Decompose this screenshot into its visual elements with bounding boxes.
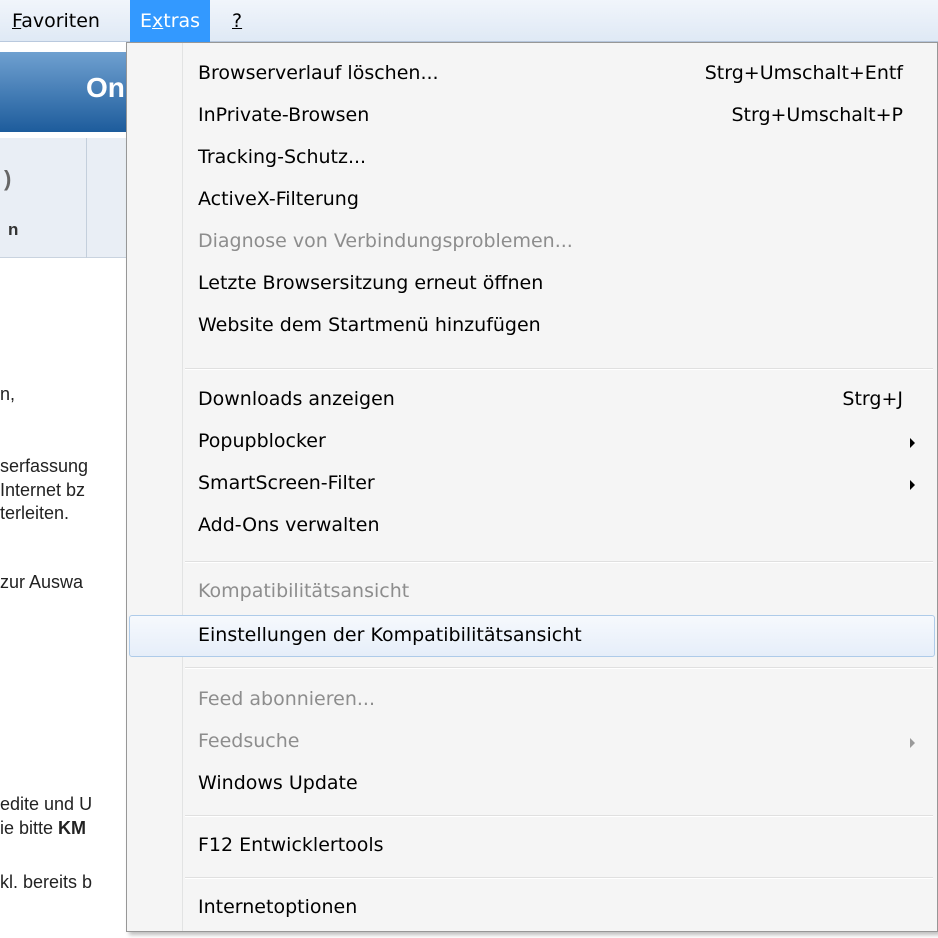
menu-item-startmenue-hinzufuegen[interactable]: Website dem Startmenü hinzufügen <box>129 305 935 347</box>
tab-text: ) <box>4 166 12 191</box>
page-text: edite und U <box>0 794 93 814</box>
menu-item-smartscreen-filter[interactable]: SmartScreen-Filter <box>129 463 935 505</box>
page-text: serfassung <box>0 456 89 476</box>
background-webpage: On ) n n, serfassung Internet bz terleit… <box>0 42 130 938</box>
shortcut-label: Strg+Umschalt+Entf <box>704 62 903 84</box>
menu-item-activex-filterung[interactable]: ActiveX-Filterung <box>129 179 935 221</box>
tab-text: n <box>8 220 19 239</box>
menu-favoriten[interactable]: Favoriten <box>2 0 110 42</box>
page-text: n, <box>0 384 16 404</box>
menu-item-f12-entwicklertools[interactable]: F12 Entwicklertools <box>129 825 935 867</box>
menu-separator <box>185 667 933 669</box>
page-banner: On <box>0 52 130 132</box>
page-text: Internet bz <box>0 480 86 500</box>
menu-separator <box>185 561 933 563</box>
menu-separator <box>185 815 933 817</box>
page-text: ie bitte KM <box>0 818 87 838</box>
menu-item-windows-update[interactable]: Windows Update <box>129 763 935 805</box>
menu-item-feed-abonnieren: Feed abonnieren... <box>198 688 375 710</box>
menu-item-kompatibilitaetsansicht: Kompatibilitätsansicht <box>198 580 410 602</box>
menu-help[interactable]: ? <box>222 0 252 42</box>
banner-title: On <box>86 72 125 103</box>
page-text: zur Auswa <box>0 572 84 592</box>
tab-divider <box>86 138 87 258</box>
menu-item-internetoptionen[interactable]: Internetoptionen <box>129 887 935 929</box>
menu-item-diagnose: Diagnose von Verbindungsproblemen... <box>198 230 573 252</box>
menu-separator <box>185 368 933 370</box>
menu-item-letzte-browsersitzung[interactable]: Letzte Browsersitzung erneut öffnen <box>129 263 935 305</box>
menu-bar: Favoriten Extras ? <box>0 0 938 42</box>
page-text: terleiten. <box>0 503 70 523</box>
menu-item-tracking-schutz[interactable]: Tracking-Schutz... <box>129 137 935 179</box>
page-text: kl. bereits b <box>0 872 93 892</box>
menu-item-einstellungen-kompatibilitaetsansicht[interactable]: Einstellungen der Kompatibilitätsansicht <box>129 615 935 657</box>
submenu-arrow-icon <box>910 438 915 448</box>
shortcut-label: Strg+J <box>842 388 903 410</box>
menu-item-browserverlauf-loeschen[interactable]: Browserverlauf löschen... Strg+Umschalt+… <box>129 53 935 95</box>
menu-item-addons-verwalten[interactable]: Add-Ons verwalten <box>129 505 935 547</box>
extras-dropdown-menu: Browserverlauf löschen... Strg+Umschalt+… <box>126 42 938 932</box>
menu-extras[interactable]: Extras <box>130 0 211 42</box>
menu-separator <box>185 877 933 879</box>
menu-item-popupblocker[interactable]: Popupblocker <box>129 421 935 463</box>
menu-item-inprivate-browsen[interactable]: InPrivate-Browsen Strg+Umschalt+P <box>129 95 935 137</box>
submenu-arrow-icon <box>910 480 915 490</box>
submenu-arrow-icon <box>910 738 915 748</box>
menu-item-downloads-anzeigen[interactable]: Downloads anzeigen Strg+J <box>129 379 935 421</box>
page-tab-strip: ) n <box>0 138 130 258</box>
menu-item-feedsuche: Feedsuche <box>129 721 935 763</box>
shortcut-label: Strg+Umschalt+P <box>731 104 903 126</box>
